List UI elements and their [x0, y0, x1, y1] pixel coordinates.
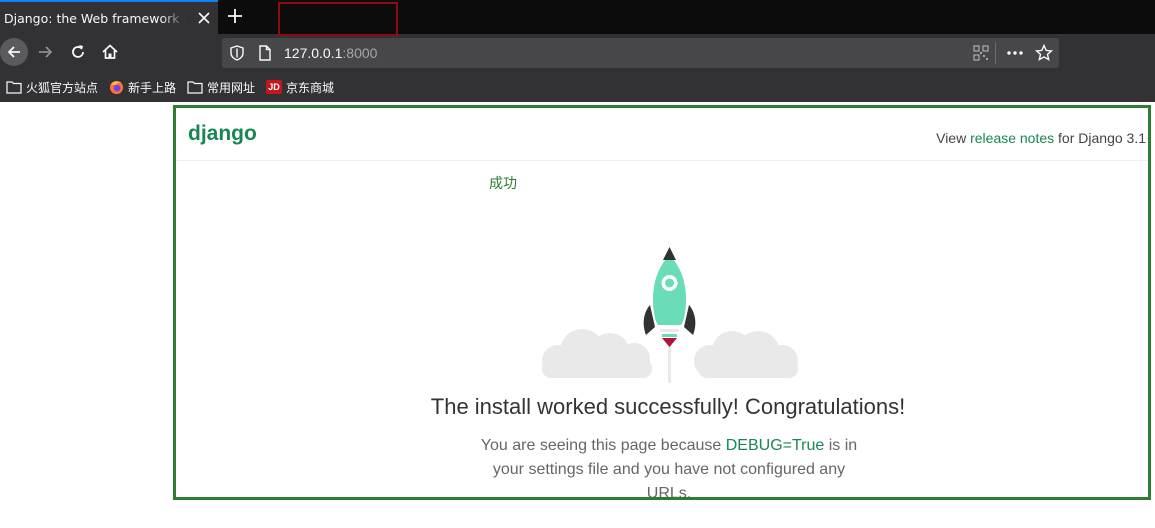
description-prefix: You are seeing this page because — [480, 437, 726, 454]
bookmark-label: 新手上路 — [128, 80, 177, 95]
bookmark-label: 火狐官方站点 — [26, 80, 99, 95]
new-tab-icon[interactable] — [226, 7, 244, 25]
rocket-nose — [663, 247, 676, 260]
bookmark-item-jd[interactable]: JD 京东商城 — [266, 79, 334, 96]
release-notes-link[interactable]: release notes — [970, 130, 1054, 146]
bookmark-item-firefox-site[interactable]: 火狐官方站点 — [6, 79, 98, 96]
back-arrow-icon — [7, 46, 20, 58]
page-title: The install worked successfully! Congrat… — [430, 394, 906, 419]
release-suffix: for Django 3.1 — [1054, 130, 1146, 146]
close-tab-icon[interactable] — [196, 10, 212, 26]
rocket-left-fin — [643, 305, 655, 335]
folder-icon — [6, 81, 22, 94]
rocket-right-fin — [684, 305, 696, 335]
django-logo[interactable]: django — [188, 122, 257, 146]
exhaust-trail — [668, 341, 671, 383]
description-text: You are seeing this page because DEBUG=T… — [479, 434, 859, 497]
bookmark-label: 常用网址 — [207, 80, 256, 95]
firefox-icon — [109, 80, 124, 94]
forward-icon[interactable] — [37, 43, 55, 61]
rocket-flame — [662, 338, 677, 347]
qr-code-icon[interactable] — [973, 45, 989, 61]
page-content: django View release notes for Django 3.1… — [173, 105, 1151, 500]
folder-icon — [187, 81, 203, 94]
tab-bar: Django: the Web framework for perfection… — [0, 0, 1155, 34]
page-header: django View release notes for Django 3.1 — [176, 108, 1148, 161]
cloud-right — [694, 331, 798, 378]
debug-setting-link[interactable]: DEBUG=True — [726, 437, 825, 454]
release-prefix: View — [936, 130, 971, 146]
url-port: :8000 — [342, 45, 378, 61]
home-icon[interactable] — [101, 43, 119, 61]
bookmark-item-getting-started[interactable]: 新手上路 — [109, 79, 176, 96]
tab-title: Django: the Web framework for perfection… — [4, 10, 186, 26]
jd-icon: JD — [266, 80, 283, 94]
success-label: 成功 — [489, 176, 517, 192]
url-separator — [995, 42, 996, 64]
url-highlight-box — [278, 2, 398, 36]
url-text[interactable]: 127.0.0.1:8000 — [284, 45, 377, 61]
rocket-illustration — [542, 247, 798, 383]
cloud-left — [542, 329, 652, 378]
bookmarks-bar: 火狐官方站点 新手上路 常用网址 JD 京东商城 — [0, 72, 1155, 102]
url-bar[interactable]: 127.0.0.1:8000 — [222, 38, 1059, 68]
navigation-bar: 127.0.0.1:8000 — [0, 34, 1155, 72]
bookmark-item-common-sites[interactable]: 常用网址 — [187, 79, 255, 96]
reload-icon[interactable] — [69, 43, 87, 61]
shield-icon[interactable] — [230, 45, 244, 61]
url-host: 127.0.0.1 — [284, 45, 343, 61]
more-actions-icon[interactable] — [1006, 45, 1024, 61]
page-icon[interactable] — [258, 45, 272, 61]
back-button[interactable] — [0, 38, 28, 66]
release-notes-line: View release notes for Django 3.1 — [936, 130, 1146, 146]
bookmark-label: 京东商城 — [286, 80, 335, 95]
bookmark-star-icon[interactable] — [1035, 44, 1053, 62]
active-tab[interactable]: Django: the Web framework for perfection… — [0, 0, 218, 34]
